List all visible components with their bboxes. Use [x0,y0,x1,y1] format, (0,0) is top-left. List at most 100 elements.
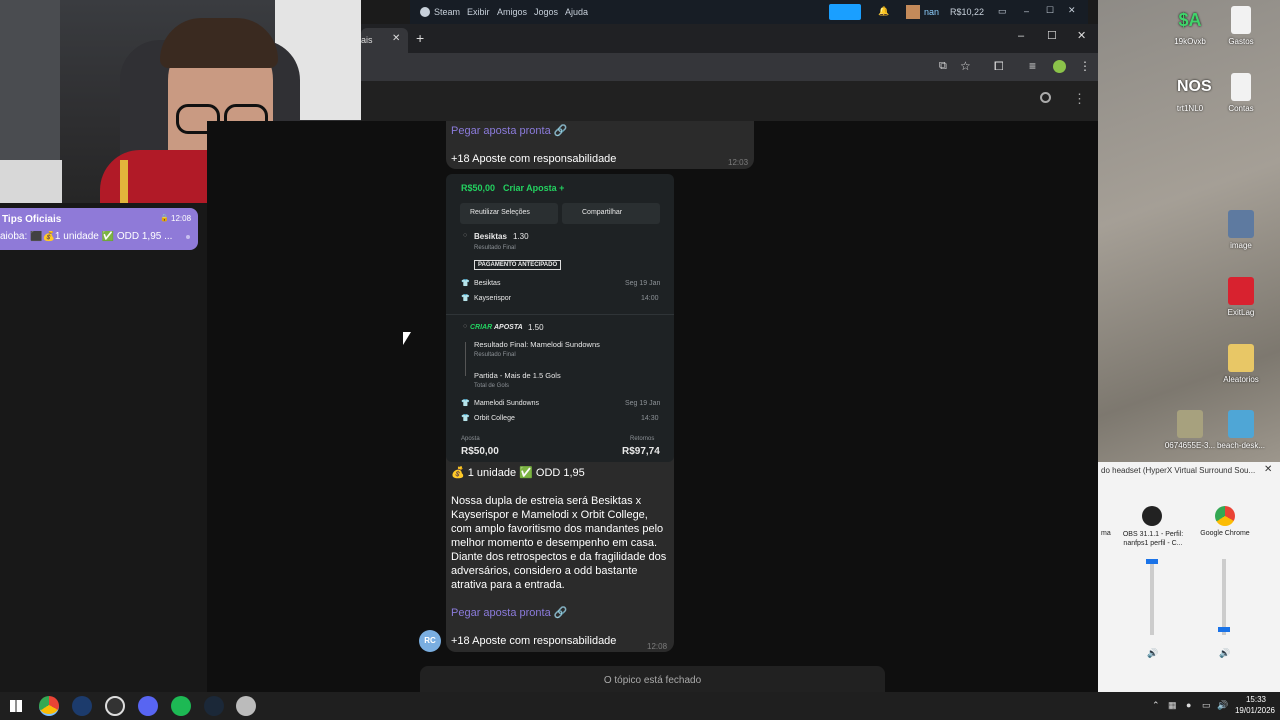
announcement-button[interactable] [829,4,861,20]
steam-menu-ajuda[interactable]: Ajuda [565,7,588,17]
speaker-icon[interactable]: 🔊 [1147,648,1158,659]
chat-list-item-tips-oficiais[interactable]: Tips Oficiais 🔒 12:08 aioba: ⬛💰1 unidade… [0,208,198,250]
network-icon[interactable]: ▦ [1168,700,1177,711]
responsibility-text: +18 Aposte com responsabilidade [451,635,617,647]
shirt-icon: 👕 [461,400,470,407]
windows-taskbar: ⌃ ▦ ● ▭ 🔊 15:33 19/01/2026 [0,692,1280,720]
chrome-icon [1215,506,1235,526]
slider-thumb[interactable] [1146,559,1158,564]
volume-mixer-panel: do headset (HyperX Virtual Surround Sou.… [1098,462,1280,692]
sender-avatar[interactable]: RC [419,630,441,652]
monitor-icon[interactable]: ▭ [998,6,1007,17]
time2: 14:30 [641,415,659,422]
message-time: 12:08 [647,642,668,651]
desktop-icon-exitlag[interactable]: ExitLag [1206,277,1276,317]
steam-brand[interactable]: Steam [434,7,460,17]
reuse-label: Reutilizar Seleções [470,209,530,216]
speaker-icon[interactable]: 🔊 [1219,648,1230,659]
volume-icon[interactable]: 🔊 [1217,700,1228,711]
obs-volume-slider[interactable] [1146,559,1158,635]
slider-thumb[interactable] [1218,627,1230,632]
steam-client-taskbar-icon[interactable] [204,696,224,716]
more-menu-icon[interactable]: ⋮ [1073,91,1086,107]
mixer-app1-label: OBS 31.1.1 - Perfil: nanfps1 perfil - C.… [1122,531,1184,547]
battery-icon[interactable]: ▭ [1202,700,1211,711]
nos-icon: NOS [1177,78,1212,95]
image-icon [1177,410,1203,438]
slip-amount: R$50,00 [461,183,496,193]
discord-taskbar-icon[interactable] [138,696,158,716]
steam-menu-exibir[interactable]: Exibir [467,7,490,17]
minimize-icon[interactable]: – [1024,6,1029,16]
maximize-icon[interactable]: ☐ [1047,29,1057,42]
desktop-icon-gastos[interactable]: Gastos [1206,6,1276,46]
slip-create: Criar Aposta + [503,183,565,193]
sel1-market: Resultado Final [474,245,516,251]
lock-icon: 🔒 [160,215,169,222]
app-taskbar-icon[interactable] [236,696,256,716]
bet-link[interactable]: Pegar aposta pronta 🔗 [451,124,567,137]
radio-icon: ○ [463,323,468,330]
close-icon[interactable]: ✕ [1068,5,1076,16]
exitlag-icon [1228,277,1254,305]
clock-date[interactable]: 19/01/2026 [1232,706,1278,715]
star-icon[interactable]: ☆ [960,59,971,73]
tab-active[interactable]: ais ✕ [361,28,408,53]
windows-start-icon[interactable] [10,700,22,712]
odd-line: 💰 1 unidade ✅ ODD 1,95 [451,467,585,479]
bet-link[interactable]: Pegar aposta pronta 🔗 [451,606,567,619]
avatar[interactable] [906,5,920,19]
close-icon[interactable]: ✕ [1077,29,1086,42]
chrome-volume-slider[interactable] [1218,559,1230,635]
chrome-toolbar: ⧉ ☆ ⧠ ≡ ⋮ [361,53,1098,81]
share-button: Compartilhar [562,203,660,224]
chrome-tab-strip: ais ✕ + – ☐ ✕ [361,24,1098,53]
message-body: Nossa dupla de estreia será Besiktas x K… [451,495,667,591]
mic-icon[interactable]: ● [1186,700,1191,710]
cast-icon[interactable]: ⧉ [939,60,947,73]
mixer-app2-label: Google Chrome [1200,530,1250,537]
steam-menu-amigos[interactable]: Amigos [497,7,527,17]
tab-search-icon[interactable]: ≡ [1029,59,1036,73]
telegram-chat-header: ⋮ [361,81,1098,121]
tab-label: ais [361,35,373,45]
maximize-icon[interactable]: ☐ [1046,5,1054,16]
icon-label: image [1230,241,1252,250]
chat-time: 12:08 [171,214,192,223]
minimize-icon[interactable]: – [1018,30,1024,42]
shirt-icon: 👕 [461,295,470,302]
steam-taskbar-icon[interactable] [72,696,92,716]
icon-label: beach-desk... [1216,441,1266,450]
spotify-taskbar-icon[interactable] [171,696,191,716]
chrome-taskbar-icon[interactable] [39,696,59,716]
search-icon[interactable] [1040,92,1051,103]
new-tab-button[interactable]: + [416,30,424,46]
icon-label: trt1NL0 [1176,104,1204,113]
extensions-icon[interactable]: ⧠ [994,59,1004,74]
profile-avatar[interactable] [1053,60,1066,73]
steam-menu-jogos[interactable]: Jogos [534,7,558,17]
folder-icon [1228,344,1254,372]
close-icon[interactable]: ✕ [1264,464,1272,475]
desktop-icon-image[interactable]: image [1206,210,1276,250]
tab-close-icon[interactable]: ✕ [392,33,400,44]
steam-username[interactable]: nan [924,7,939,17]
bet-slip-image[interactable]: R$50,00 Criar Aposta + Reutilizar Seleçõ… [446,174,674,462]
obs-taskbar-icon[interactable] [105,696,125,716]
time1: 14:00 [641,295,659,302]
image-icon [1228,210,1254,238]
chevron-up-icon[interactable]: ⌃ [1152,700,1160,711]
clock-time[interactable]: 15:33 [1238,695,1274,704]
icon-label: 19kOvxb [1174,37,1206,46]
leg1: Resultado Final: Mamelodi Sundowns [474,340,600,349]
desktop-icon-contas[interactable]: Contas [1206,73,1276,113]
desktop-icon-beach[interactable]: beach-desk... [1206,410,1276,450]
chrome-menu-icon[interactable]: ⋮ [1079,59,1091,73]
icon-label: Aleatorios [1223,375,1259,384]
bell-icon[interactable]: 🔔 [878,6,889,17]
topic-closed-text: O tópico está fechado [603,675,702,686]
stake-label: Aposta [461,436,480,442]
desktop-icon-aleatorios[interactable]: Aleatorios [1206,344,1276,384]
icon-label: ExitLag [1227,308,1255,317]
team2: Kayserispor [474,295,511,302]
